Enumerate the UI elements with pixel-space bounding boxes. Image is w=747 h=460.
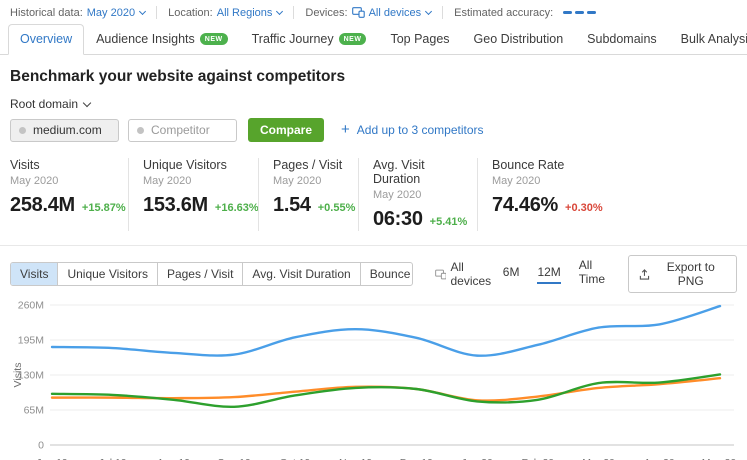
series-line-all-devices [52, 306, 720, 356]
chevron-down-icon [83, 98, 91, 106]
range-all-time[interactable]: All Time [579, 258, 612, 291]
tab-geo-distribution[interactable]: Geo Distribution [462, 24, 576, 55]
range-6m[interactable]: 6M [503, 265, 520, 284]
segment-pages-per-visit[interactable]: Pages / Visit [157, 263, 242, 285]
metric-value: 06:30 [373, 208, 423, 231]
metric-segmented-control: Visits Unique Visitors Pages / Visit Avg… [10, 262, 413, 286]
divider [293, 6, 294, 19]
series-line-desktop [52, 374, 720, 406]
divider [442, 6, 443, 19]
compare-button[interactable]: Compare [248, 118, 324, 142]
domain-input[interactable]: medium.com [10, 119, 119, 142]
location-label: Location: [168, 7, 213, 19]
segment-avg-visit-duration[interactable]: Avg. Visit Duration [242, 263, 359, 285]
filter-bar: Historical data: May 2020 Location: All … [0, 0, 747, 23]
metric-value: 153.6M [143, 194, 208, 217]
metric-delta: +15.87% [82, 202, 126, 214]
segment-visits[interactable]: Visits [11, 263, 57, 285]
tab-audience-insights[interactable]: Audience InsightsNEW [84, 24, 240, 55]
chevron-down-icon [425, 8, 432, 15]
competitor-input[interactable]: Competitor [128, 119, 237, 142]
metric-summary-row: Visits May 2020 258.4M+15.87% Unique Vis… [10, 158, 737, 231]
new-badge: NEW [339, 33, 367, 45]
chevron-down-icon [139, 8, 146, 15]
svg-text:Visits: Visits [12, 363, 24, 388]
metric-delta: +0.55% [318, 202, 356, 214]
metric-delta: +5.41% [430, 216, 468, 228]
chevron-down-icon [276, 8, 283, 15]
range-selector: 6M 12M All Time [503, 258, 612, 291]
accuracy-label: Estimated accuracy: [454, 7, 553, 19]
range-12m[interactable]: 12M [537, 265, 560, 284]
devices-icon [435, 269, 447, 280]
export-png-button[interactable]: Export to PNG [628, 255, 737, 293]
metric-value: 258.4M [10, 194, 75, 217]
accuracy-meter-icon [563, 11, 596, 15]
devices-dropdown[interactable]: All devices [352, 7, 432, 19]
svg-text:195M: 195M [18, 335, 44, 347]
compare-form: medium.com Competitor Compare + Add up t… [10, 118, 737, 142]
section-divider [0, 245, 747, 246]
devices-label: Devices: [305, 7, 347, 19]
svg-text:0: 0 [38, 440, 44, 452]
divider [156, 6, 157, 19]
svg-text:260M: 260M [18, 300, 44, 312]
chart-svg: 065M130M195M260MVisitsJun 19Jul 19Aug 19… [10, 297, 737, 460]
chart-toolbar: Visits Unique Visitors Pages / Visit Avg… [10, 255, 737, 293]
metric-value: 74.46% [492, 194, 558, 217]
export-icon [639, 268, 650, 281]
metric-visits: Visits May 2020 258.4M+15.87% [10, 158, 128, 231]
plus-icon: + [341, 122, 350, 137]
nav-tabbar: Overview Audience InsightsNEW Traffic Jo… [0, 24, 747, 55]
device-filter[interactable]: All devices [435, 260, 503, 288]
segment-unique-visitors[interactable]: Unique Visitors [57, 263, 156, 285]
bullet-icon [19, 127, 26, 134]
historical-data-label: Historical data: [10, 7, 83, 19]
segment-bounce-rate[interactable]: Bounce Rate [360, 263, 413, 285]
add-competitors-link[interactable]: + Add up to 3 competitors [341, 123, 484, 137]
tab-bulk-analysis[interactable]: Bulk Analysis [669, 24, 747, 55]
svg-text:65M: 65M [24, 405, 44, 417]
metric-unique-visitors: Unique Visitors May 2020 153.6M+16.63% [128, 158, 258, 231]
location-dropdown[interactable]: All Regions [217, 7, 283, 19]
page-title: Benchmark your website against competito… [10, 68, 737, 86]
tab-subdomains[interactable]: Subdomains [575, 24, 669, 55]
tab-top-pages[interactable]: Top Pages [378, 24, 461, 55]
root-domain-dropdown[interactable]: Root domain [10, 97, 90, 111]
visits-chart: 065M130M195M260MVisitsJun 19Jul 19Aug 19… [10, 297, 737, 460]
metric-delta: +0.30% [565, 202, 603, 214]
metric-avg-visit-duration: Avg. Visit Duration May 2020 06:30+5.41% [358, 158, 477, 231]
tab-traffic-journey[interactable]: Traffic JourneyNEW [240, 24, 379, 55]
metric-delta: +16.63% [215, 202, 259, 214]
historical-data-dropdown[interactable]: May 2020 [87, 7, 145, 19]
metric-value: 1.54 [273, 194, 311, 217]
devices-icon [352, 7, 365, 18]
metric-pages-per-visit: Pages / Visit May 2020 1.54+0.55% [258, 158, 358, 231]
main-content: Benchmark your website against competito… [0, 68, 747, 460]
new-badge: NEW [200, 33, 228, 45]
metric-bounce-rate: Bounce Rate May 2020 74.46%+0.30% [477, 158, 617, 231]
tab-overview[interactable]: Overview [8, 24, 84, 55]
bullet-icon [137, 127, 144, 134]
